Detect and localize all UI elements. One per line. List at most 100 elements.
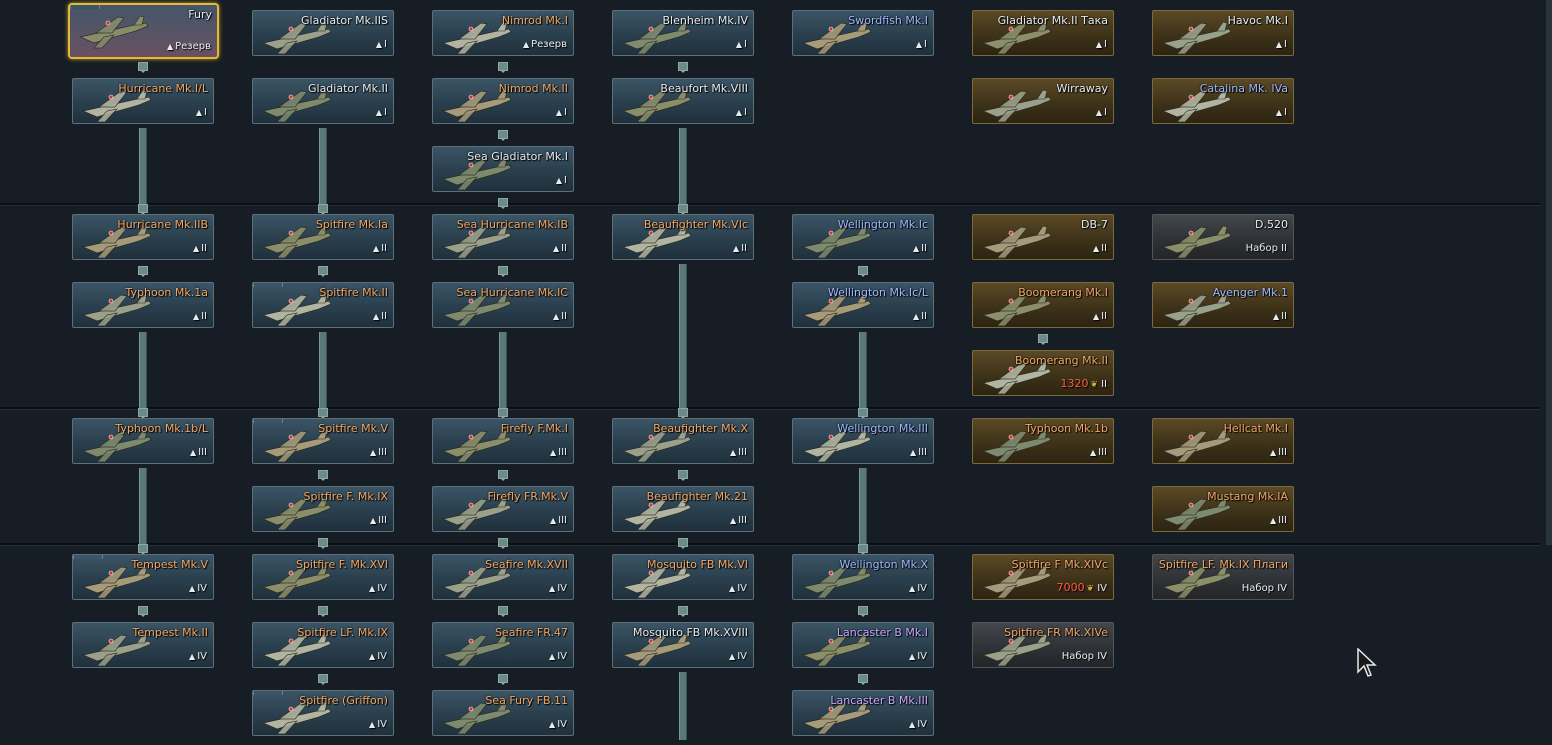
folder-tab-icon <box>70 5 100 9</box>
vehicle-name: Gladiator Mk.II Така <box>997 14 1108 27</box>
vehicle-card[interactable]: Spitfire F Mk.XIVc 7000 ❦ IV <box>972 554 1114 600</box>
vehicle-card[interactable]: D.520 Набор II <box>1152 214 1294 260</box>
vehicle-name: Spitfire Mk.II <box>319 286 388 299</box>
vehicle-card[interactable]: Firefly F.Mk.I ▲ III <box>432 418 574 464</box>
vehicle-rank: ▲ IV <box>189 583 207 594</box>
vehicle-rank: ▲ II <box>1093 243 1107 254</box>
connector-arrow-icon <box>678 605 688 617</box>
vehicle-card[interactable]: Boomerang Mk.I ▲ II <box>972 282 1114 328</box>
vehicle-card[interactable]: Sea Gladiator Mk.I ▲ I <box>432 146 574 192</box>
vehicle-name: Beaufighter Mk.VIc <box>643 218 748 231</box>
vehicle-rank: ▲ IV <box>909 719 927 730</box>
vehicle-rank: ▲ II <box>1273 311 1287 322</box>
vehicle-card[interactable]: Wellington Mk.III ▲ III <box>792 418 934 464</box>
vehicle-rank: ▲ IV <box>369 651 387 662</box>
rank-label: III <box>738 515 747 526</box>
vehicle-card[interactable]: Mosquito FB Mk.XVIII ▲ IV <box>612 622 754 668</box>
vehicle-card[interactable]: Catalina Mk. IVa ▲ I <box>1152 78 1294 124</box>
vehicle-card[interactable]: Beaufort Mk.VIII ▲ I <box>612 78 754 124</box>
vehicle-card[interactable]: Fury ▲ Резерв <box>68 3 219 59</box>
rank-label: IV <box>197 651 207 662</box>
vehicle-name: Spitfire F. Mk.XVI <box>295 558 388 571</box>
vehicle-rank: ▲ II <box>553 243 567 254</box>
vehicle-card[interactable]: Swordfish Mk.I ▲ I <box>792 10 934 56</box>
rank-up-icon: ▲ <box>549 652 556 661</box>
rank-label: II <box>1101 243 1107 254</box>
vehicle-rank: ▲ II <box>553 311 567 322</box>
vehicle-name: Spitfire Mk.Ia <box>315 218 388 231</box>
vehicle-card[interactable]: Sea Hurricane Mk.IB ▲ II <box>432 214 574 260</box>
rank-up-icon: ▲ <box>1092 244 1100 253</box>
vehicle-card[interactable]: Typhoon Mk.1b ▲ III <box>972 418 1114 464</box>
vehicle-card[interactable]: Wellington Mk.X ▲ IV <box>792 554 934 600</box>
vehicle-name: Nimrod Mk.I <box>501 14 568 27</box>
vehicle-card[interactable]: DB-7 ▲ II <box>972 214 1114 260</box>
vehicle-card[interactable]: Spitfire Mk.V ▲ III <box>252 418 394 464</box>
vehicle-card[interactable]: Typhoon Mk.1a ▲ II <box>72 282 214 328</box>
research-tree: Fury ▲ Резерв Gladiator Mk.IIS ▲ I Nimrod Mk.I… <box>0 0 1552 745</box>
vehicle-card[interactable]: Beaufighter Mk.21 ▲ III <box>612 486 754 532</box>
vehicle-card[interactable]: Hurricane Mk.I/L ▲ I <box>72 78 214 124</box>
vehicle-card[interactable]: Avenger Mk.1 ▲ II <box>1152 282 1294 328</box>
vehicle-name: D.520 <box>1255 218 1288 231</box>
vehicle-card[interactable]: Spitfire Mk.Ia ▲ II <box>252 214 394 260</box>
golden-eagle-icon: ❦ <box>1090 380 1099 390</box>
vehicle-card[interactable]: Spitfire LF. Mk.IX Плаги Набор IV <box>1152 554 1294 600</box>
vehicle-card[interactable]: Beaufighter Mk.X ▲ III <box>612 418 754 464</box>
vehicle-card[interactable]: Gladiator Mk.IIS ▲ I <box>252 10 394 56</box>
scrollbar[interactable] <box>1546 0 1552 545</box>
vehicle-card[interactable]: Wellington Mk.Ic ▲ II <box>792 214 934 260</box>
vehicle-card[interactable]: Hurricane Mk.IIB ▲ II <box>72 214 214 260</box>
vehicle-name: Seafire FR.47 <box>494 626 568 639</box>
vehicle-card[interactable]: Blenheim Mk.IV ▲ I <box>612 10 754 56</box>
connector-line <box>319 128 327 209</box>
vehicle-card[interactable]: Spitfire Mk.II ▲ II <box>252 282 394 328</box>
vehicle-rank: ▲ III <box>370 447 387 458</box>
connector-line <box>139 128 147 209</box>
rank-label: IV <box>377 719 387 730</box>
vehicle-card[interactable]: Lancaster B Mk.I ▲ IV <box>792 622 934 668</box>
rank-up-icon: ▲ <box>549 448 557 457</box>
vehicle-card[interactable]: Spitfire F. Mk.XVI ▲ IV <box>252 554 394 600</box>
vehicle-card[interactable]: Firefly FR.Mk.V ▲ III <box>432 486 574 532</box>
connector-arrow-icon <box>318 537 328 549</box>
connector-arrow-icon <box>858 544 868 555</box>
rank-up-icon: ▲ <box>195 108 203 117</box>
vehicle-card[interactable]: Beaufighter Mk.VIc ▲ II <box>612 214 754 260</box>
vehicle-card[interactable]: Nimrod Mk.II ▲ I <box>432 78 574 124</box>
vehicle-card[interactable]: Spitfire LF. Mk.IX ▲ IV <box>252 622 394 668</box>
vehicle-card[interactable]: Sea Hurricane Mk.IC ▲ II <box>432 282 574 328</box>
vehicle-card[interactable]: Nimrod Mk.I ▲ Резерв <box>432 10 574 56</box>
vehicle-name: Beaufort Mk.VIII <box>660 82 748 95</box>
vehicle-name: Spitfire FR Mk.XIVe <box>1004 626 1108 639</box>
rank-up-icon: ▲ <box>166 42 174 51</box>
vehicle-rank: 1320 ❦ II <box>1061 377 1107 390</box>
vehicle-rank: ▲ II <box>373 311 387 322</box>
vehicle-card[interactable]: Spitfire FR Mk.XIVe Набор IV <box>972 622 1114 668</box>
vehicle-card[interactable]: Typhoon Mk.1b/L ▲ III <box>72 418 214 464</box>
rank-label: II <box>561 243 567 254</box>
vehicle-card[interactable]: Seafire Mk.XVII ▲ IV <box>432 554 574 600</box>
vehicle-card[interactable]: Boomerang Mk.II 1320 ❦ II <box>972 350 1114 396</box>
vehicle-card[interactable]: Spitfire F. Mk.IX ▲ III <box>252 486 394 532</box>
connector-line <box>679 264 687 413</box>
vehicle-card[interactable]: Seafire FR.47 ▲ IV <box>432 622 574 668</box>
vehicle-card[interactable]: Spitfire (Griffon) ▲ IV <box>252 690 394 736</box>
rank-up-icon: ▲ <box>732 244 740 253</box>
vehicle-rank: ▲ III <box>370 515 387 526</box>
vehicle-card[interactable]: Tempest Mk.V ▲ IV <box>72 554 214 600</box>
vehicle-card[interactable]: Gladiator Mk.II Така ▲ I <box>972 10 1114 56</box>
vehicle-card[interactable]: Wellington Mk.Ic/L ▲ II <box>792 282 934 328</box>
vehicle-card[interactable]: Wirraway ▲ I <box>972 78 1114 124</box>
vehicle-card[interactable]: Hellcat Mk.I ▲ III <box>1152 418 1294 464</box>
vehicle-name: Lancaster B Mk.III <box>830 694 928 707</box>
vehicle-card[interactable]: Mustang Mk.IA ▲ III <box>1152 486 1294 532</box>
vehicle-card[interactable]: Gladiator Mk.II ▲ I <box>252 78 394 124</box>
golden-eagle-icon: ❦ <box>1086 584 1095 594</box>
connector-arrow-icon <box>318 408 328 419</box>
vehicle-card[interactable]: Mosquito FB Mk.VI ▲ IV <box>612 554 754 600</box>
vehicle-card[interactable]: Lancaster B Mk.III ▲ IV <box>792 690 934 736</box>
vehicle-card[interactable]: Havoc Mk.I ▲ I <box>1152 10 1294 56</box>
vehicle-card[interactable]: Sea Fury FB.11 ▲ IV <box>432 690 574 736</box>
vehicle-card[interactable]: Tempest Mk.II ▲ IV <box>72 622 214 668</box>
